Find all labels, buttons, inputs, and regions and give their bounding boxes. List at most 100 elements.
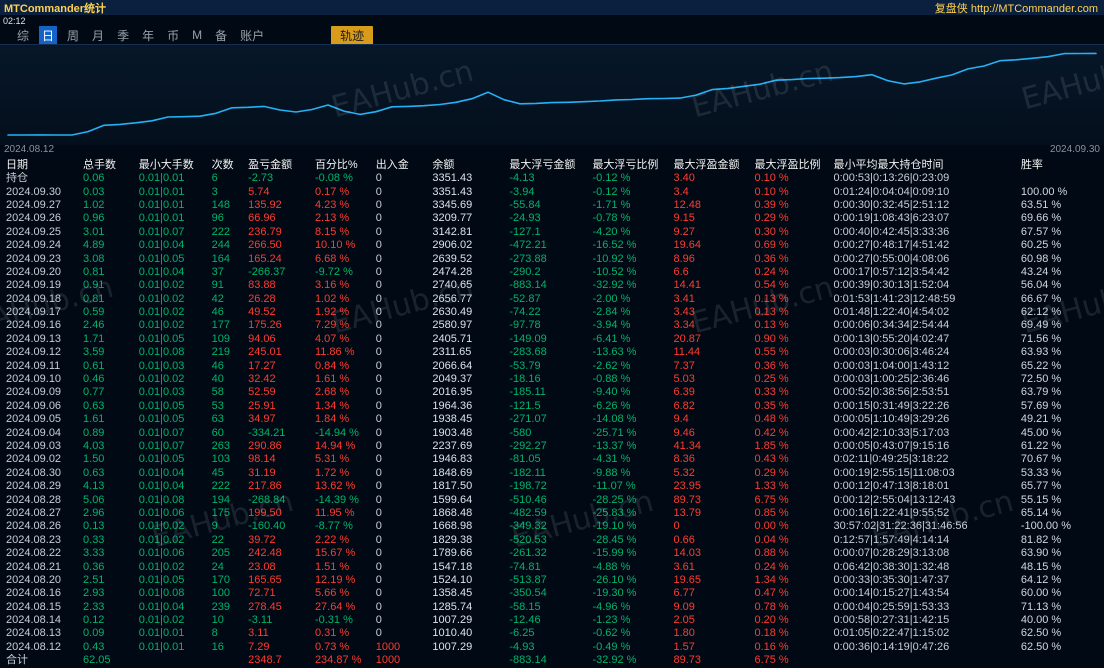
table-row[interactable]: 2024.09.16 2.46 0.01|0.02 177 175.26 7.29 % 0 2… [0,319,1104,332]
table-row[interactable]: 2024.09.26 0.96 0.01|0.01 96 66.96 2.13 % 0 320… [0,212,1104,225]
table-cell: 0.10 % [754,172,789,185]
table-cell: 0:00:40|0:42:45|3:33:36 [833,225,950,238]
table-cell: 194 [211,493,230,506]
table-row[interactable]: 2024.08.15 2.33 0.01|0.04 239 278.45 27.64 % 0… [0,601,1104,614]
table-row[interactable]: 2024.09.17 0.59 0.01|0.02 46 49.52 1.92 % 0 263… [0,306,1104,319]
table-row[interactable]: 2024.08.14 0.12 0.01|0.02 10 -3.11 -0.31 % 0 10… [0,614,1104,627]
track-button[interactable]: 轨迹 [331,25,374,45]
table-cell: 2580.97 [432,319,473,332]
header-cell: 百分比% [314,158,358,171]
table-row[interactable]: 2024.09.25 3.01 0.01|0.07 222 236.79 8.15 % 0 3… [0,226,1104,239]
table-cell: 0.01|0.02 [138,520,185,533]
table-cell: 1007.29 [432,640,473,653]
table-row[interactable]: 2024.09.19 0.91 0.01|0.02 91 83.88 3.16 % 0 274… [0,279,1104,292]
tab-M[interactable]: M [189,27,205,43]
table-cell: 2024.09.25 [6,225,62,238]
table-row[interactable]: 2024.09.12 3.59 0.01|0.08 219 245.01 11.86 % 0… [0,346,1104,359]
table-row[interactable]: 2024.08.30 0.63 0.01|0.04 45 31.19 1.72 % 0 184… [0,467,1104,480]
table-row[interactable]: 2024.08.29 4.13 0.01|0.04 222 217.86 13.62 % 0… [0,480,1104,493]
tab-季[interactable]: 季 [114,26,132,45]
table-cell: 0.46 [83,373,105,386]
table-cell: 2.68 % [314,386,350,399]
table-row[interactable]: 2024.08.27 2.96 0.01|0.06 175 199.50 11.95 % 0… [0,507,1104,520]
table-row[interactable]: 2024.09.10 0.46 0.01|0.02 40 32.42 1.61 % 0 204… [0,373,1104,386]
table-cell: 175 [211,506,230,519]
table-cell: 2.51 [83,573,105,586]
table-cell: -271.07 [509,413,547,426]
table-cell: 1010.40 [432,627,473,640]
tab-币[interactable]: 币 [164,26,182,45]
tab-年[interactable]: 年 [139,26,157,45]
tab-备[interactable]: 备 [212,26,230,45]
table-cell: -52.87 [509,292,541,305]
site-link[interactable]: 复盘侠 http://MTCommander.com [935,0,1104,16]
table-cell: 8.15 % [314,225,350,238]
table-cell: 4.89 [83,239,105,252]
table-cell: 8.96 [673,252,695,265]
table-cell: 11.95 % [314,506,355,519]
table-row[interactable]: 2024.08.13 0.09 0.01|0.01 8 3.11 0.31 % 0 1010.… [0,627,1104,640]
table-cell: -349.32 [509,520,547,533]
table-cell: 0 [375,547,382,560]
table-row[interactable]: 2024.09.06 0.63 0.01|0.05 53 25.91 1.34 % 0 196… [0,400,1104,413]
table-cell: 0.01|0.08 [138,346,185,359]
table-cell: -185.11 [509,386,546,399]
table-row[interactable]: 2024.09.30 0.03 0.01|0.01 3 5.74 0.17 % 0 3351.… [0,185,1104,198]
table-row[interactable]: 2024.09.02 1.50 0.01|0.05 103 98.14 5.31 % 0 19… [0,453,1104,466]
table-row[interactable]: 2024.08.20 2.51 0.01|0.05 170 165.65 12.19 % 0… [0,574,1104,587]
table-cell: 11.44 [673,346,701,359]
table-cell: -11.07 % [592,480,636,493]
table-cell: 26.28 [248,292,276,305]
table-cell: -1.71 % [592,198,631,211]
table-cell: 0.69 % [754,239,789,252]
table-cell: 0.01|0.02 [138,533,185,546]
table-cell: 0:00:52|0:38:56|2:53:51 [833,386,950,399]
table-row[interactable]: 2024.09.18 0.81 0.01|0.02 42 26.28 1.02 % 0 265… [0,293,1104,306]
table-body: 持仓 0.06 0.01|0.01 6 -2.73 -0.08 % 0 3351.43 -4.1… [0,172,1104,667]
table-cell: -149.09 [509,332,547,345]
table-cell: 164 [211,252,230,265]
table-cell: 0.84 % [314,359,350,372]
table-cell: 0:00:13|0:55:20|4:02:47 [833,332,950,345]
table-row[interactable]: 2024.09.05 1.61 0.01|0.05 63 34.97 1.84 % 0 193… [0,413,1104,426]
table-cell [137,654,210,667]
table-row[interactable]: 2024.09.03 4.03 0.01|0.07 263 290.86 14.94 % 0… [0,440,1104,453]
tab-月[interactable]: 月 [89,26,107,45]
table-row[interactable]: 2024.08.22 3.33 0.01|0.06 205 242.48 15.67 % 0… [0,547,1104,560]
table-row[interactable]: 2024.08.23 0.33 0.01|0.02 22 39.72 2.22 % 0 182… [0,534,1104,547]
table-row[interactable]: 合计 62.05 2348.7 234.87 % 1000 -883.14 -32.92 %… [0,654,1104,667]
table-row[interactable]: 2024.08.16 2.93 0.01|0.08 100 72.71 5.66 % 0 13… [0,587,1104,600]
table-row[interactable]: 2024.08.21 0.36 0.01|0.02 24 23.08 1.51 % 0 154… [0,560,1104,573]
table-cell: 0.63 [83,399,105,412]
tab-账户[interactable]: 账户 [237,26,267,45]
table-cell: 0 [375,185,382,198]
table-cell: 0 [375,265,382,278]
table-row[interactable]: 2024.09.23 3.08 0.01|0.05 164 165.24 6.68 % 0 2… [0,252,1104,265]
table-row[interactable]: 2024.09.20 0.81 0.01|0.04 37 -266.37 -9.72 % 0… [0,266,1104,279]
table-row[interactable]: 2024.09.04 0.89 0.01|0.07 60 -334.21 -14.94 %… [0,426,1104,439]
table-cell: 49.52 [248,306,276,319]
table-row[interactable]: 2024.09.24 4.89 0.01|0.04 244 266.50 10.10 % 0… [0,239,1104,252]
tab-综[interactable]: 综 [14,26,32,45]
table-row[interactable]: 2024.09.27 1.02 0.01|0.01 148 135.92 4.23 % 0 3… [0,199,1104,212]
tab-周[interactable]: 周 [64,26,82,45]
table-row[interactable]: 2024.08.28 5.06 0.01|0.08 194 -268.84 -14.39 … [0,493,1104,506]
table-cell: -198.72 [509,480,547,493]
table-cell: 0.90 % [754,332,789,345]
table-cell: 9.09 [673,600,695,613]
table-cell: 5.66 % [314,587,350,600]
table-row[interactable]: 2024.09.13 1.71 0.01|0.05 109 94.06 4.07 % 0 24… [0,333,1104,346]
tab-日[interactable]: 日 [39,25,58,45]
table-row[interactable]: 2024.08.12 0.43 0.01|0.01 16 7.29 0.73 % 1000 1… [0,641,1104,654]
table-row[interactable]: 持仓 0.06 0.01|0.01 6 -2.73 -0.08 % 0 3351.43 -4.1… [0,172,1104,185]
table-cell: 266.50 [248,239,282,252]
table-cell: -513.87 [509,573,547,586]
table-cell: -1.23 % [592,614,631,627]
menubar-tabs: 综日周月季年币 M 备账户 [0,25,267,45]
table-row[interactable]: 2024.09.09 0.77 0.01|0.03 58 52.59 2.68 % 0 201… [0,386,1104,399]
table-row[interactable]: 2024.09.11 0.61 0.01|0.03 46 17.27 0.84 % 0 206… [0,359,1104,372]
table-cell: 69.49 % [1020,319,1062,332]
table-cell: 0.06 [83,172,105,185]
table-row[interactable]: 2024.08.26 0.13 0.01|0.02 9 -160.40 -8.77 % 0 1… [0,520,1104,533]
table-cell: 0:00:27|0:55:00|4:08:06 [833,252,950,265]
